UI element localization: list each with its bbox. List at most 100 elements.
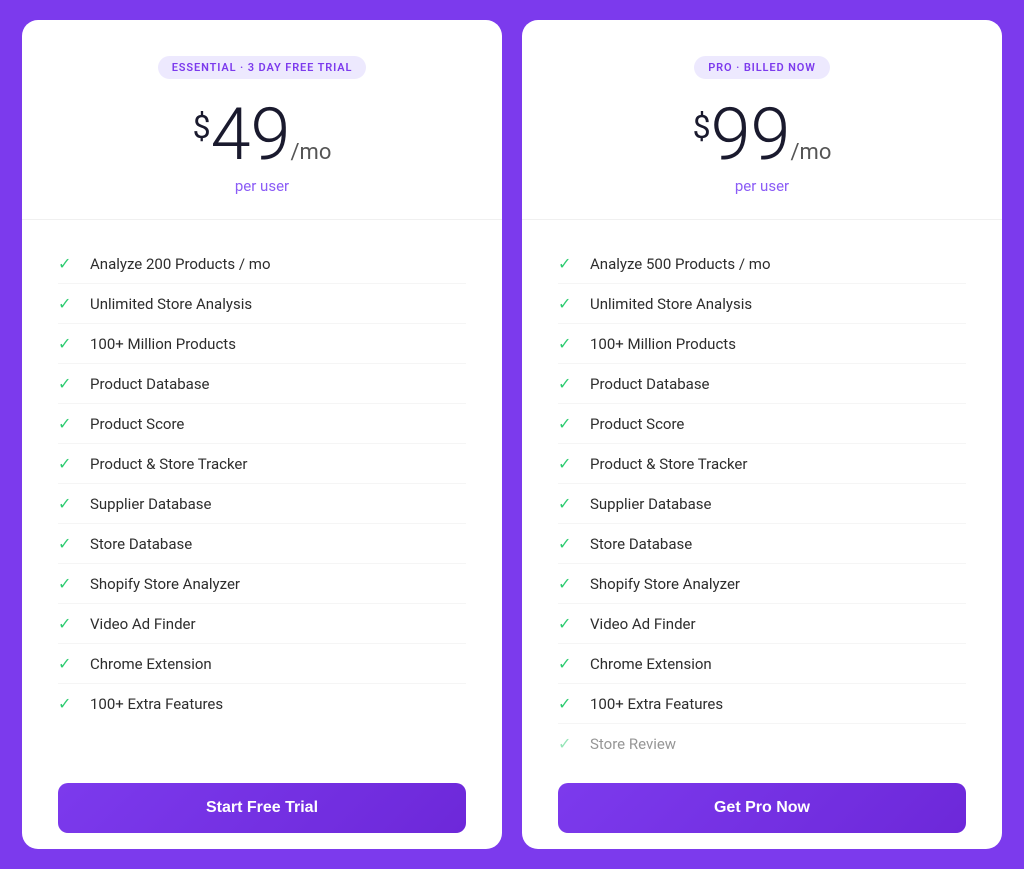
list-item: ✓ Analyze 200 Products / mo — [58, 244, 466, 284]
feature-text: Analyze 200 Products / mo — [90, 255, 271, 273]
pro-cta-button[interactable]: Get Pro Now — [558, 783, 966, 833]
list-item: ✓ Product Database — [558, 364, 966, 404]
check-icon: ✓ — [58, 694, 76, 713]
check-icon: ✓ — [58, 454, 76, 473]
list-item: ✓ Video Ad Finder — [58, 604, 466, 644]
pro-per-user: per user — [558, 177, 966, 195]
pro-currency: $ — [693, 111, 711, 143]
essential-feature-list: ✓ Analyze 200 Products / mo ✓ Unlimited Sto… — [58, 244, 466, 763]
list-item: ✓ 100+ Extra Features — [558, 684, 966, 724]
pro-feature-list: ✓ Analyze 500 Products / mo ✓ Unlimited Sto… — [558, 244, 966, 763]
check-icon: ✓ — [58, 494, 76, 513]
list-item: ✓ Product Score — [558, 404, 966, 444]
essential-footer: Start Free Trial — [22, 763, 502, 849]
feature-text: Chrome Extension — [590, 655, 712, 673]
list-item: ✓ 100+ Million Products — [558, 324, 966, 364]
pricing-card-pro: PRO · BILLED NOW $99/mo per user ✓ Analyze 5… — [522, 20, 1002, 849]
feature-text: Supplier Database — [90, 495, 211, 513]
check-icon: ✓ — [558, 254, 576, 273]
feature-text: Product & Store Tracker — [590, 455, 747, 473]
check-icon: ✓ — [558, 414, 576, 433]
check-icon: ✓ — [58, 254, 76, 273]
list-item: ✓ Store Review — [558, 724, 966, 763]
check-icon: ✓ — [558, 614, 576, 633]
check-icon: ✓ — [58, 414, 76, 433]
list-item: ✓ Supplier Database — [558, 484, 966, 524]
list-item: ✓ Product Score — [58, 404, 466, 444]
feature-text: Store Database — [590, 535, 692, 553]
check-icon: ✓ — [58, 294, 76, 313]
list-item: ✓ Chrome Extension — [558, 644, 966, 684]
feature-text: Store Review — [590, 735, 676, 753]
essential-price-number: 49 — [211, 92, 291, 177]
essential-cta-button[interactable]: Start Free Trial — [58, 783, 466, 833]
list-item: ✓ Product & Store Tracker — [58, 444, 466, 484]
pro-price: $99/mo — [558, 99, 966, 171]
feature-text: Store Database — [90, 535, 192, 553]
essential-badge: ESSENTIAL · 3 DAY FREE TRIAL — [158, 56, 367, 79]
check-icon: ✓ — [558, 334, 576, 353]
essential-price-amount: $49/mo — [58, 99, 466, 171]
feature-text: Supplier Database — [590, 495, 711, 513]
feature-text: 100+ Extra Features — [590, 695, 723, 713]
essential-divider — [22, 219, 502, 220]
check-icon: ✓ — [58, 654, 76, 673]
feature-text: Unlimited Store Analysis — [90, 295, 252, 313]
check-icon: ✓ — [558, 374, 576, 393]
check-icon: ✓ — [58, 614, 76, 633]
list-item: ✓ Unlimited Store Analysis — [558, 284, 966, 324]
pro-price-number: 99 — [711, 92, 791, 177]
pro-badge: PRO · BILLED NOW — [694, 56, 830, 79]
essential-currency: $ — [193, 111, 211, 143]
check-icon: ✓ — [558, 494, 576, 513]
check-icon: ✓ — [58, 374, 76, 393]
pricing-wrapper: ESSENTIAL · 3 DAY FREE TRIAL $49/mo per us… — [16, 20, 1008, 849]
check-icon: ✓ — [558, 654, 576, 673]
list-item: ✓ Product & Store Tracker — [558, 444, 966, 484]
list-item: ✓ Video Ad Finder — [558, 604, 966, 644]
essential-price: $49/mo — [58, 99, 466, 171]
check-icon: ✓ — [58, 534, 76, 553]
feature-text: Shopify Store Analyzer — [590, 575, 740, 593]
feature-text: Unlimited Store Analysis — [590, 295, 752, 313]
pro-price-amount: $99/mo — [558, 99, 966, 171]
feature-text: Chrome Extension — [90, 655, 212, 673]
check-icon: ✓ — [558, 734, 576, 753]
feature-text: Video Ad Finder — [590, 615, 696, 633]
feature-text: 100+ Million Products — [590, 335, 736, 353]
pro-period: /mo — [790, 140, 831, 165]
list-item: ✓ Product Database — [58, 364, 466, 404]
feature-text: 100+ Million Products — [90, 335, 236, 353]
essential-period: /mo — [290, 140, 331, 165]
feature-text: Product Database — [90, 375, 210, 393]
list-item: ✓ Unlimited Store Analysis — [58, 284, 466, 324]
feature-text: Product & Store Tracker — [90, 455, 247, 473]
check-icon: ✓ — [558, 454, 576, 473]
check-icon: ✓ — [558, 694, 576, 713]
list-item: ✓ Store Database — [58, 524, 466, 564]
list-item: ✓ Shopify Store Analyzer — [558, 564, 966, 604]
pricing-card-essential: ESSENTIAL · 3 DAY FREE TRIAL $49/mo per us… — [22, 20, 502, 849]
list-item: ✓ Chrome Extension — [58, 644, 466, 684]
essential-per-user: per user — [58, 177, 466, 195]
feature-text: Analyze 500 Products / mo — [590, 255, 771, 273]
check-icon: ✓ — [558, 574, 576, 593]
check-icon: ✓ — [558, 534, 576, 553]
feature-text: Product Score — [590, 415, 684, 433]
list-item: ✓ Store Database — [558, 524, 966, 564]
feature-text: Product Database — [590, 375, 710, 393]
feature-text: Product Score — [90, 415, 184, 433]
list-item: ✓ Analyze 500 Products / mo — [558, 244, 966, 284]
check-icon: ✓ — [58, 574, 76, 593]
feature-text: Video Ad Finder — [90, 615, 196, 633]
check-icon: ✓ — [558, 294, 576, 313]
feature-text: 100+ Extra Features — [90, 695, 223, 713]
list-item: ✓ 100+ Million Products — [58, 324, 466, 364]
pro-divider — [522, 219, 1002, 220]
list-item: ✓ 100+ Extra Features — [58, 684, 466, 723]
list-item: ✓ Shopify Store Analyzer — [58, 564, 466, 604]
list-item: ✓ Supplier Database — [58, 484, 466, 524]
pro-footer: Get Pro Now — [522, 763, 1002, 849]
feature-text: Shopify Store Analyzer — [90, 575, 240, 593]
check-icon: ✓ — [58, 334, 76, 353]
